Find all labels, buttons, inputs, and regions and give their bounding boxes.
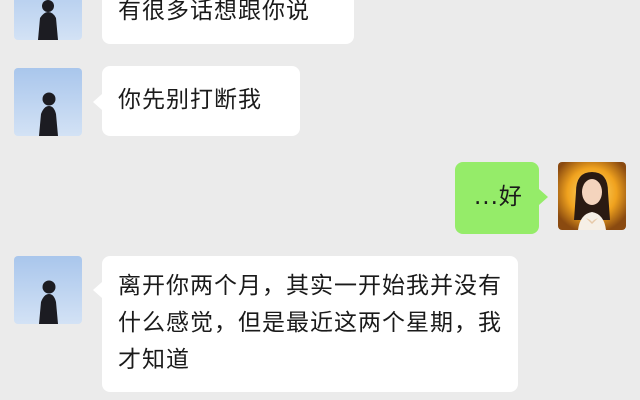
message-text: ...好	[474, 184, 523, 210]
message-bubble[interactable]: 你先别打断我	[102, 66, 300, 136]
contact-avatar[interactable]	[14, 68, 82, 136]
contact-avatar[interactable]	[14, 256, 82, 324]
contact-avatar[interactable]	[14, 0, 82, 40]
message-bubble[interactable]: 离开你两个月，其实一开始我并没有什么感觉，但是最近这两个星期，我才知道	[102, 256, 518, 392]
girl-portrait-avatar-icon	[558, 162, 626, 230]
message-text: 你先别打断我	[118, 87, 262, 113]
chat-area: 有很多话想跟你说 你先别打断我 ...好 离开你两个月，其实一开始我并没有什么感…	[0, 0, 640, 400]
boy-silhouette-avatar-icon	[14, 0, 82, 40]
bubble-tail	[539, 189, 548, 205]
message-row: 离开你两个月，其实一开始我并没有什么感觉，但是最近这两个星期，我才知道	[0, 254, 640, 394]
boy-silhouette-avatar-icon	[14, 68, 82, 136]
user-avatar[interactable]	[558, 162, 626, 230]
bubble-tail	[93, 282, 102, 298]
boy-silhouette-avatar-icon	[14, 256, 82, 324]
message-bubble[interactable]: ...好	[455, 162, 539, 234]
message-bubble[interactable]: 有很多话想跟你说	[102, 0, 354, 44]
message-row: ...好	[0, 160, 640, 234]
bubble-tail	[93, 94, 102, 110]
message-text: 离开你两个月，其实一开始我并没有什么感觉，但是最近这两个星期，我才知道	[118, 273, 502, 373]
message-text: 有很多话想跟你说	[118, 0, 310, 24]
message-row: 你先别打断我	[0, 66, 640, 142]
message-row: 有很多话想跟你说	[0, 0, 640, 50]
